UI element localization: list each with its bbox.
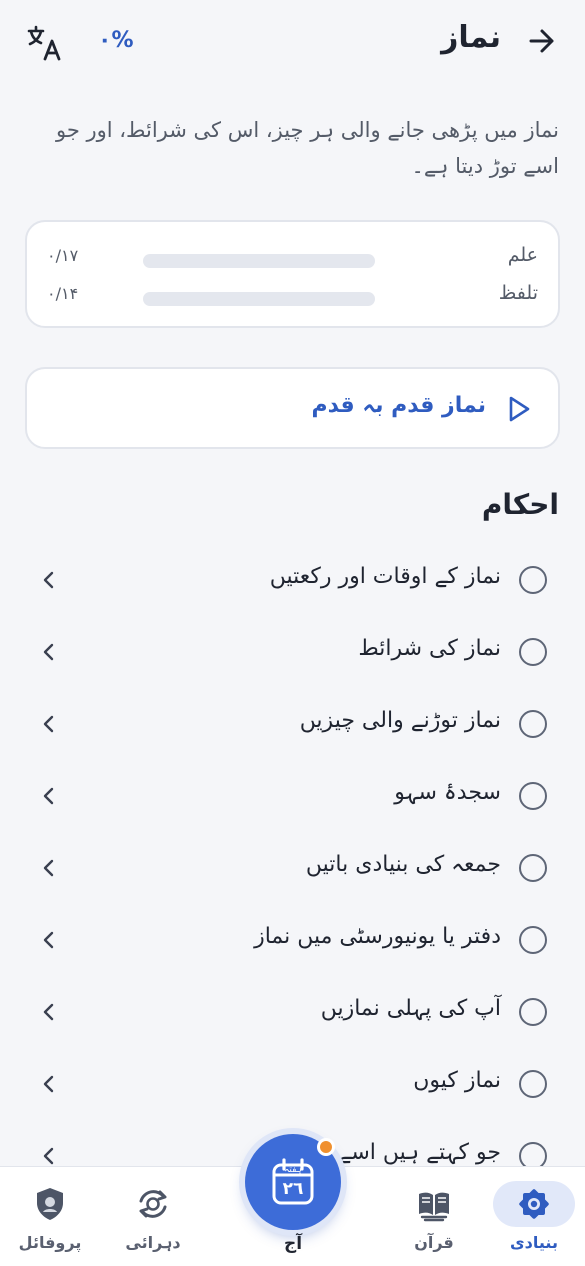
list-item-label: سجدۂ سہو: [394, 780, 501, 805]
chevron-left-icon: [43, 859, 54, 877]
stat-count: ٠/١۴: [47, 284, 79, 303]
notification-dot: [317, 1138, 335, 1156]
list-item[interactable]: نماز کے اوقات اور رکعتیں: [0, 544, 585, 616]
list-item[interactable]: نماز کیوں: [0, 1048, 585, 1120]
translate-icon[interactable]: [26, 24, 64, 62]
section-title: احکام: [481, 488, 559, 521]
list-item-label: آپ کی پہلی نمازیں: [320, 996, 501, 1021]
nav-icon-container: [393, 1181, 475, 1227]
nav-item-basics[interactable]: بنیادی: [484, 1167, 584, 1266]
chevron-left-icon: [43, 1147, 54, 1165]
stat-label: علم: [507, 244, 538, 266]
status-circle-icon: [519, 782, 547, 810]
chevron-left-icon: [43, 571, 54, 589]
step-by-step-label: نماز قدم بہ قدم: [311, 393, 486, 418]
status-circle-icon: [519, 854, 547, 882]
play-icon: [509, 396, 530, 422]
list-item[interactable]: دفتر یا یونیورسٹی میں نماز: [0, 904, 585, 976]
nav-icon-container: [112, 1181, 194, 1227]
stat-count: ٠/١٧: [47, 246, 79, 265]
chevron-left-icon: [43, 787, 54, 805]
calendar-weekday: ہفتہ: [284, 1165, 302, 1175]
progress-percent: ٠%: [98, 28, 134, 53]
status-circle-icon: [519, 998, 547, 1026]
star-octagon-icon: [519, 1189, 549, 1219]
stat-row-knowledge: علم ٠/١٧: [27, 244, 558, 274]
status-circle-icon: [519, 566, 547, 594]
nav-label: دہرائی: [125, 1233, 181, 1252]
review-cycle-icon: [139, 1190, 167, 1218]
status-circle-icon: [519, 926, 547, 954]
arrow-right-icon[interactable]: [527, 26, 557, 56]
chevron-left-icon: [43, 643, 54, 661]
list-item[interactable]: سجدۂ سہو: [0, 760, 585, 832]
status-circle-icon: [519, 1070, 547, 1098]
stat-row-pronunciation: تلفظ ٠/١۴: [27, 282, 558, 312]
nav-icon-container: [9, 1181, 91, 1227]
list-item-label: نماز کے اوقات اور رکعتیں: [269, 564, 501, 589]
list-item-label: نماز کیوں: [413, 1068, 501, 1093]
list-item-label: نماز کی شرائط: [358, 636, 501, 661]
nav-label: بنیادی: [510, 1233, 558, 1252]
nav-item-profile[interactable]: پروفائل: [0, 1167, 100, 1266]
list-item-label: دفتر یا یونیورسٹی میں نماز: [254, 924, 501, 949]
nav-label: قرآن: [414, 1233, 454, 1252]
stat-label: تلفظ: [498, 282, 538, 304]
list-item[interactable]: نماز توڑنے والی چیزیں: [0, 688, 585, 760]
status-circle-icon: [519, 638, 547, 666]
list-item[interactable]: آپ کی پہلی نمازیں: [0, 976, 585, 1048]
shield-icon: [37, 1188, 63, 1220]
page-title: نماز: [441, 20, 501, 55]
calendar-day: ٢٦: [282, 1179, 304, 1199]
nav-item-quran[interactable]: قرآن: [384, 1167, 484, 1266]
quran-book-icon: [419, 1192, 449, 1222]
header: نماز ٠%: [0, 0, 585, 88]
list-item-label: جمعہ کی بنیادی باتیں: [305, 852, 501, 877]
nav-item-review[interactable]: دہرائی: [103, 1167, 203, 1266]
list-item-label: جو کہتے ہیں اسے: [338, 1140, 501, 1165]
progress-bar: [143, 292, 375, 306]
list-item[interactable]: نماز کی شرائط: [0, 616, 585, 688]
progress-bar: [143, 254, 375, 268]
nav-active-pill: [493, 1181, 575, 1227]
chevron-left-icon: [43, 931, 54, 949]
list-item-label: نماز توڑنے والی چیزیں: [299, 708, 501, 733]
chevron-left-icon: [43, 1075, 54, 1093]
step-by-step-button[interactable]: نماز قدم بہ قدم: [25, 367, 560, 449]
list-item[interactable]: جمعہ کی بنیادی باتیں: [0, 832, 585, 904]
status-circle-icon: [519, 710, 547, 738]
chevron-left-icon: [43, 1003, 54, 1021]
nav-label-today: آج: [283, 1234, 303, 1254]
page-description: نماز میں پڑھی جانے والی ہر چیز، اس کی شر…: [55, 118, 559, 178]
chevron-left-icon: [43, 715, 54, 733]
progress-stats-card: علم ٠/١٧ تلفظ ٠/١۴: [25, 220, 560, 328]
nav-label: پروفائل: [18, 1233, 82, 1252]
